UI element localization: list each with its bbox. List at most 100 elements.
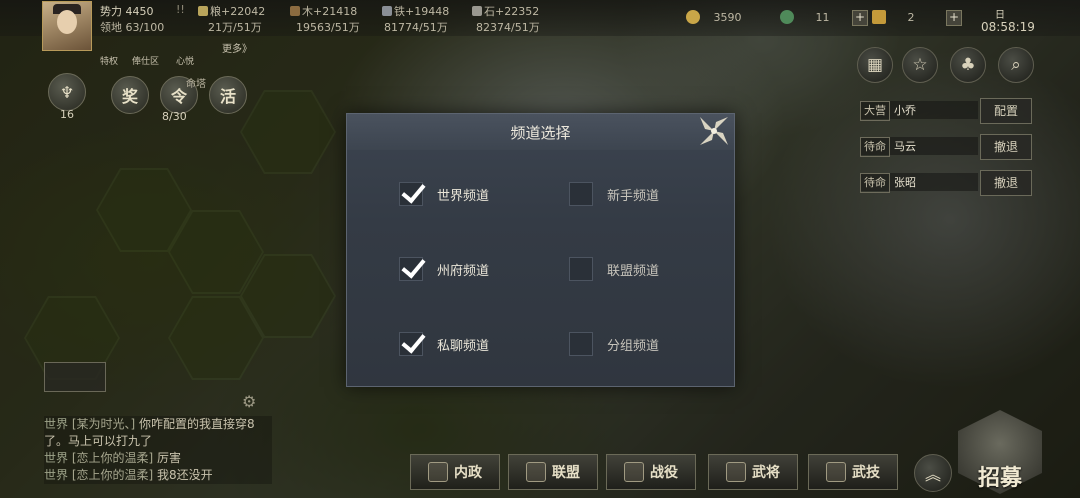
skill-button[interactable]: 武技 bbox=[808, 454, 898, 490]
order-hint: 命塔 bbox=[186, 79, 206, 90]
alliance-button[interactable]: 联盟 bbox=[508, 454, 598, 490]
troop-status: 待命 bbox=[860, 173, 890, 193]
crossed-swords-icon bbox=[624, 462, 644, 482]
cavalry-icon bbox=[726, 462, 746, 482]
iron-label: 铁+19448 bbox=[394, 5, 450, 18]
gem-currency: 11 bbox=[780, 10, 830, 24]
wood-cap: 19563/51万 bbox=[296, 21, 360, 34]
iron-resource[interactable]: 铁+19448 bbox=[382, 3, 449, 19]
newbie-channel-label: 新手频道 bbox=[607, 188, 660, 204]
chat-channel: 世界 bbox=[44, 468, 69, 482]
domestic-button[interactable]: 内政 bbox=[410, 454, 500, 490]
grain-icon bbox=[198, 6, 208, 16]
gold-add-button[interactable]: + bbox=[946, 10, 962, 26]
gold-value: 2 bbox=[907, 11, 915, 24]
scroll-icon bbox=[826, 462, 846, 482]
chat-channel: 世界 bbox=[44, 451, 69, 465]
troop-row[interactable]: 待命 马云 bbox=[860, 137, 978, 157]
group-icon[interactable]: ♣ bbox=[950, 47, 986, 83]
private-channel-option[interactable]: 私聊频道 bbox=[399, 332, 489, 356]
reward-button[interactable]: 奖 bbox=[111, 76, 149, 114]
domestic-label: 内政 bbox=[454, 465, 482, 481]
chat-message: 世界 [恋上你的温柔] 厉害 bbox=[44, 450, 272, 467]
dialog-title: 频道选择 bbox=[510, 124, 571, 142]
chevron-up-icon[interactable]: ︽ bbox=[914, 454, 952, 492]
chat-sender: [恋上你的温柔] bbox=[71, 451, 154, 465]
territory-stat: 领地 63/100 bbox=[100, 21, 165, 34]
group-channel-checkbox[interactable] bbox=[569, 332, 593, 356]
minimap-toggle[interactable] bbox=[44, 362, 106, 392]
iron-cap: 81774/51万 bbox=[384, 21, 448, 34]
game-clock: 08:58:19 bbox=[981, 20, 1035, 34]
chat-channel: 世界 bbox=[44, 417, 69, 431]
grain-cap: 21万/51万 bbox=[208, 21, 262, 34]
chat-sender: [某为时光、] bbox=[71, 417, 136, 431]
battle-label: 战役 bbox=[650, 465, 678, 481]
troop-general: 张昭 bbox=[894, 176, 916, 189]
coin-icon bbox=[686, 10, 700, 24]
province-channel-checkbox[interactable] bbox=[399, 257, 423, 281]
alliance-channel-option[interactable]: 联盟频道 bbox=[569, 257, 659, 281]
army-icon[interactable]: ♆ bbox=[48, 73, 86, 111]
general-button[interactable]: 武将 bbox=[708, 454, 798, 490]
province-channel-label: 州府频道 bbox=[437, 263, 490, 279]
world-channel-option[interactable]: 世界频道 bbox=[399, 182, 489, 206]
iron-icon bbox=[382, 6, 392, 16]
alliance-flag-icon bbox=[526, 462, 546, 482]
order-count: 8/30 bbox=[162, 110, 187, 123]
gem-icon bbox=[780, 10, 794, 24]
close-button[interactable] bbox=[696, 114, 732, 148]
settlement-link[interactable]: 俸仕区 bbox=[132, 54, 159, 67]
newbie-channel-option[interactable]: 新手频道 bbox=[569, 182, 659, 206]
group-channel-option[interactable]: 分组频道 bbox=[569, 332, 659, 356]
battle-button[interactable]: 战役 bbox=[606, 454, 696, 490]
settings-gear-icon[interactable]: ⚙ bbox=[242, 392, 256, 411]
world-channel-checkbox[interactable] bbox=[399, 182, 423, 206]
wood-icon bbox=[290, 6, 300, 16]
private-channel-checkbox[interactable] bbox=[399, 332, 423, 356]
troop-status: 大营 bbox=[860, 101, 890, 121]
more-link[interactable]: 更多》 bbox=[222, 40, 252, 55]
newbie-channel-checkbox[interactable] bbox=[569, 182, 593, 206]
grain-resource[interactable]: 粮+22042 bbox=[198, 3, 265, 19]
gold-currency: 2 bbox=[872, 10, 915, 24]
stone-resource[interactable]: 石+22352 bbox=[472, 3, 539, 19]
wood-resource[interactable]: 木+21418 bbox=[290, 3, 357, 19]
wood-label: 木+21418 bbox=[302, 5, 358, 18]
alliance-channel-checkbox[interactable] bbox=[569, 257, 593, 281]
stone-label: 石+22352 bbox=[484, 5, 540, 18]
privilege-link[interactable]: 特权 bbox=[100, 54, 118, 67]
chat-panel[interactable]: 世界 [某为时光、] 你咋配置的我直接穿8了。马上可以打九了 世界 [恋上你的温… bbox=[44, 416, 272, 484]
stone-cap: 82374/51万 bbox=[476, 21, 540, 34]
troop-general: 马云 bbox=[894, 140, 916, 153]
troop-row[interactable]: 待命 张昭 bbox=[860, 173, 978, 193]
gem-value: 11 bbox=[815, 11, 830, 24]
troop-row[interactable]: 大营 小乔 bbox=[860, 101, 978, 121]
recruit-label[interactable]: 招募 bbox=[962, 460, 1038, 492]
chat-sender: [恋上你的温柔] bbox=[71, 468, 154, 482]
star-icon[interactable]: ☆ bbox=[902, 47, 938, 83]
search-icon[interactable]: ⌕ bbox=[998, 47, 1034, 83]
general-label: 武将 bbox=[752, 465, 780, 481]
channel-select-dialog: 频道选择 世界频道 新手频道 州府频道 联盟频道 私聊频道 分组频道 bbox=[346, 113, 735, 387]
chat-text: 厉害 bbox=[157, 451, 182, 465]
copper-value: 3590 bbox=[713, 11, 742, 24]
mood-link[interactable]: 心悦 bbox=[176, 54, 194, 67]
troop-general: 小乔 bbox=[894, 104, 916, 117]
stone-icon bbox=[472, 6, 482, 16]
grain-label: 粮+22042 bbox=[210, 5, 266, 18]
chat-text: 我8还没开 bbox=[157, 468, 213, 482]
troop-status: 待命 bbox=[860, 137, 890, 157]
retreat-button[interactable]: 撤退 bbox=[980, 134, 1032, 160]
flag-mark: !! bbox=[176, 3, 185, 16]
private-channel-label: 私聊频道 bbox=[437, 338, 490, 354]
configure-button[interactable]: 配置 bbox=[980, 98, 1032, 124]
group-channel-label: 分组频道 bbox=[607, 338, 660, 354]
gem-add-button[interactable]: + bbox=[852, 10, 868, 26]
retreat-button[interactable]: 撤退 bbox=[980, 170, 1032, 196]
player-avatar[interactable] bbox=[42, 1, 92, 51]
activity-button[interactable]: 活 bbox=[209, 76, 247, 114]
map-icon[interactable]: ▦ bbox=[857, 47, 893, 83]
province-channel-option[interactable]: 州府频道 bbox=[399, 257, 489, 281]
gold-icon bbox=[872, 10, 886, 24]
